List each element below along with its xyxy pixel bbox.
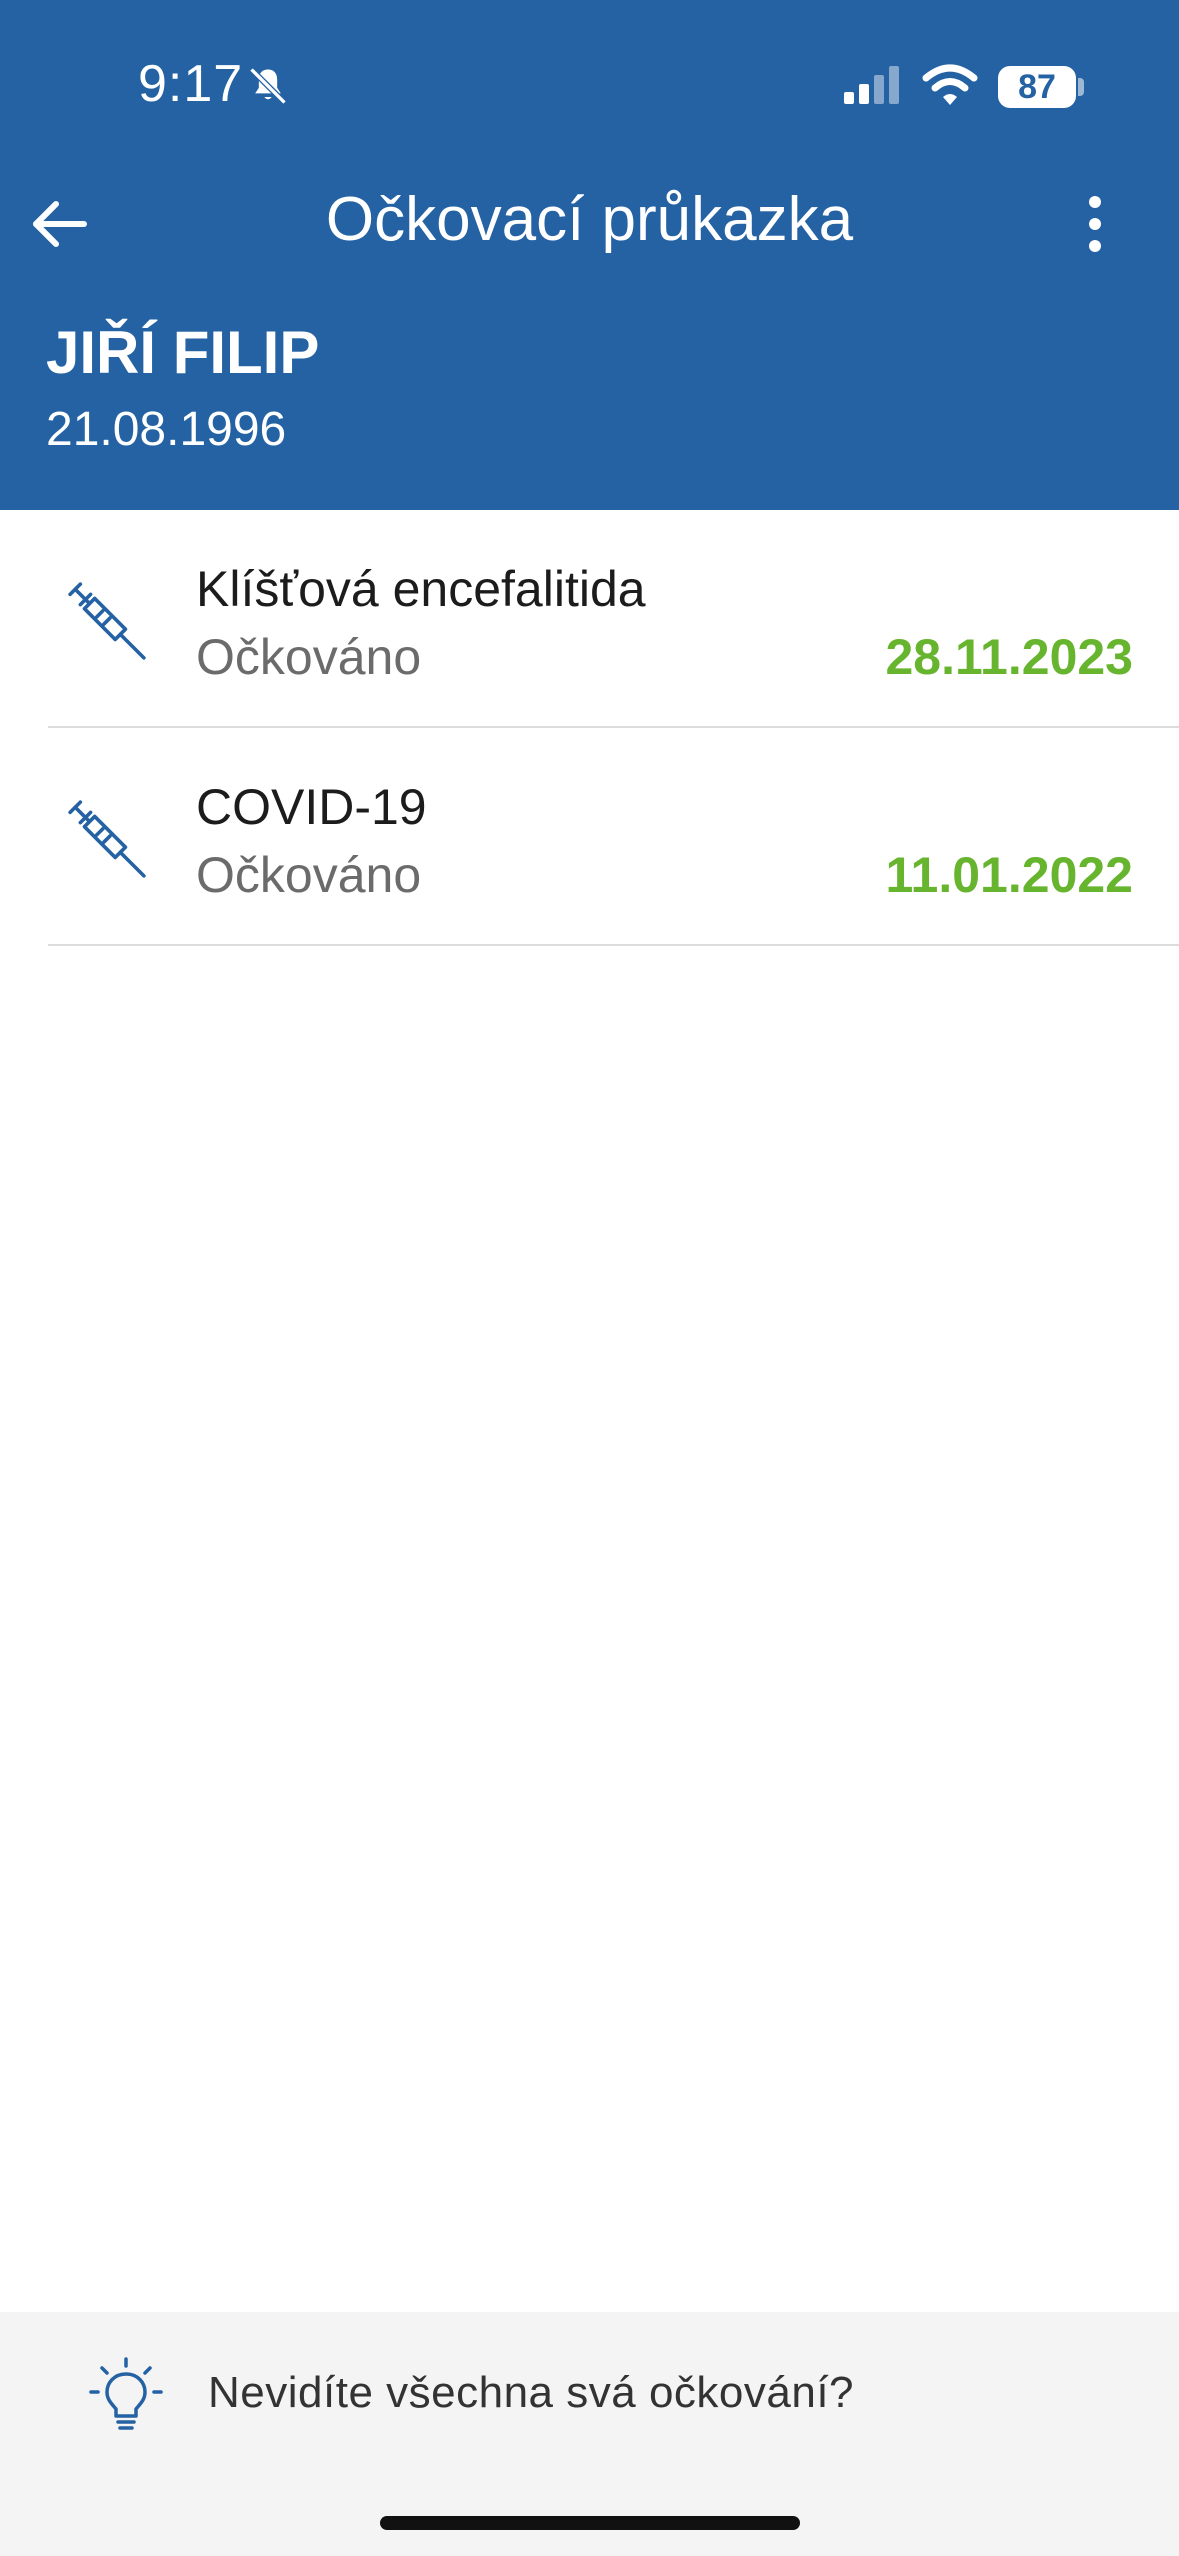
home-indicator [380, 2516, 800, 2530]
syringe-icon [68, 800, 146, 878]
vaccination-name: COVID-19 [196, 779, 427, 835]
more-vertical-icon [1089, 196, 1101, 252]
battery-nub [1078, 78, 1084, 96]
app-header: 9:17 87 Očkovací průkazka JIŘÍ FILIP 21.… [0, 0, 1179, 510]
vaccination-row[interactable]: COVID-19 Očkováno 11.01.2022 [0, 728, 1179, 946]
lightbulb-icon [89, 2357, 163, 2430]
row-divider [48, 944, 1179, 946]
battery-indicator: 87 [998, 66, 1076, 108]
cellular-signal-icon [844, 66, 899, 104]
syringe-icon [68, 582, 146, 660]
vaccination-row[interactable]: Klíšťová encefalitida Očkováno 28.11.202… [0, 510, 1179, 728]
vaccination-date: 28.11.2023 [885, 629, 1134, 685]
info-text: Nevidíte všechna svá očkování? [208, 2368, 855, 2417]
person-name: JIŘÍ FILIP [46, 319, 320, 386]
status-time: 9:17 [138, 55, 244, 113]
vaccination-name: Klíšťová encefalitida [196, 561, 646, 617]
vaccination-status: Očkováno [196, 629, 422, 685]
vaccination-status: Očkováno [196, 847, 422, 903]
more-options-button[interactable] [1070, 188, 1120, 260]
vaccination-date: 11.01.2022 [885, 847, 1134, 903]
page-title: Očkovací průkazka [325, 185, 854, 254]
person-birth-date: 21.08.1996 [46, 403, 287, 456]
wifi-icon [922, 64, 978, 105]
bell-muted-icon [249, 67, 287, 105]
